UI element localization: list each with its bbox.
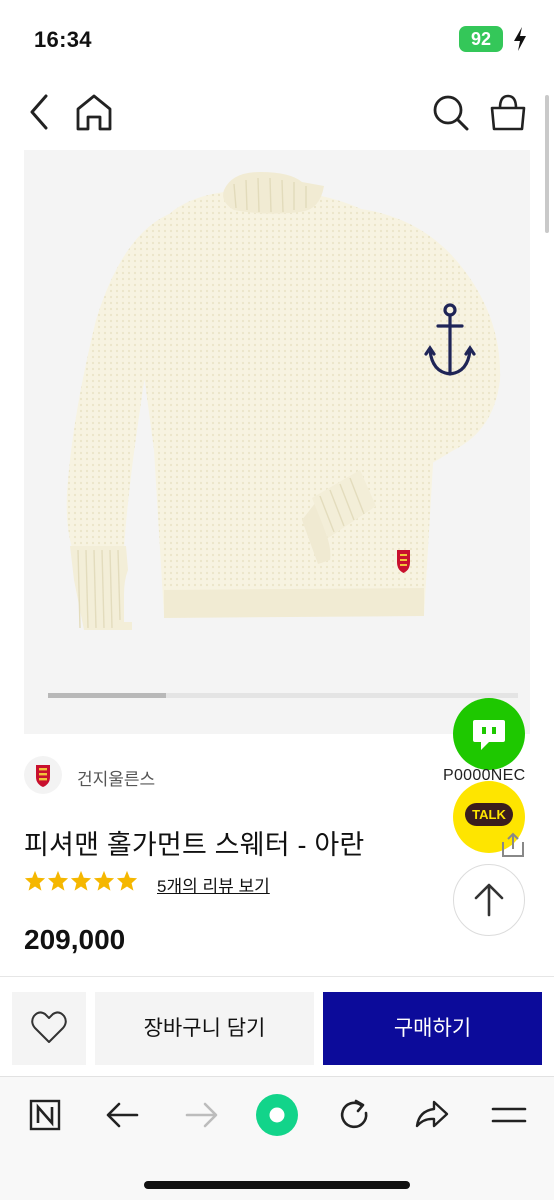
status-time: 16:34 (34, 27, 92, 52)
forward-arrow-icon[interactable] (179, 1093, 223, 1137)
wishlist-button[interactable] (12, 992, 86, 1065)
menu-icon[interactable] (487, 1093, 531, 1137)
search-icon[interactable] (430, 92, 470, 132)
home-icon[interactable] (74, 92, 114, 132)
sweater-illustration (48, 172, 518, 698)
arrow-up-icon (474, 883, 504, 917)
product-title: 피셔맨 홀가먼트 스웨터 - 아란 (24, 830, 365, 860)
back-icon[interactable] (20, 92, 60, 132)
review-link[interactable]: 5개의 리뷰 보기 (157, 872, 270, 897)
header-nav (0, 84, 554, 140)
kakao-talk-label: TALK (465, 803, 513, 826)
product-price: 209,000 (24, 924, 126, 955)
chat-bubble-icon (473, 720, 505, 750)
charging-bolt-icon (514, 27, 526, 51)
share-icon[interactable] (500, 832, 526, 858)
star-icon (93, 870, 115, 891)
green-dot-icon[interactable] (255, 1093, 299, 1137)
status-bar: 16:34 92 (0, 0, 554, 80)
star-icon (24, 870, 46, 891)
reload-icon[interactable] (332, 1093, 376, 1137)
heart-icon (31, 1011, 67, 1043)
star-icon (116, 870, 138, 891)
crest-icon (36, 765, 50, 787)
scroll-top-button[interactable] (453, 864, 525, 936)
buy-now-button[interactable]: 구매하기 (323, 992, 542, 1065)
naver-talk-button[interactable] (453, 698, 525, 770)
browser-toolbar (0, 1076, 554, 1200)
gallery-progress-fill (48, 693, 166, 698)
brand-logo[interactable] (24, 756, 62, 794)
page-scrollbar[interactable] (545, 95, 549, 233)
share-arrow-icon[interactable] (410, 1093, 454, 1137)
star-icon (47, 870, 69, 891)
purchase-bar: 장바구니 담기 구매하기 (0, 976, 554, 1076)
shopping-bag-icon[interactable] (488, 92, 528, 132)
star-icon (70, 870, 92, 891)
product-image[interactable] (24, 150, 530, 734)
back-arrow-icon[interactable] (101, 1093, 145, 1137)
battery-indicator: 92 (459, 26, 503, 52)
add-to-cart-button[interactable]: 장바구니 담기 (95, 992, 314, 1065)
home-indicator (144, 1181, 410, 1189)
naver-n-icon[interactable] (23, 1093, 67, 1137)
brand-name[interactable]: 건지울른스 (77, 765, 155, 790)
